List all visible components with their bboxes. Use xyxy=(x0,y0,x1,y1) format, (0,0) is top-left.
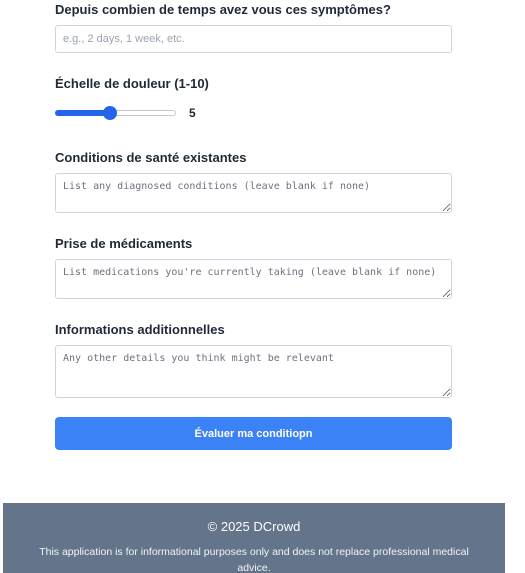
additional-info-label: Informations additionnelles xyxy=(55,322,225,337)
footer-disclaimer: This application is for informational pu… xyxy=(39,546,469,573)
medications-textarea[interactable] xyxy=(55,259,452,299)
medications-label: Prise de médicaments xyxy=(55,236,193,251)
slider-thumb[interactable] xyxy=(102,106,117,120)
additional-info-textarea[interactable] xyxy=(55,345,452,398)
slider-fill xyxy=(55,110,110,116)
pain-scale-label: Échelle de douleur (1-10) xyxy=(55,76,209,91)
pain-scale-slider[interactable] xyxy=(55,106,176,120)
duration-label: Depuis combien de temps avez vous ces sy… xyxy=(55,2,391,17)
pain-scale-value: 5 xyxy=(189,106,196,120)
evaluate-button[interactable]: Évaluer ma conditiopn xyxy=(55,417,452,450)
footer: © 2025 DCrowd This application is for in… xyxy=(3,503,505,573)
conditions-label: Conditions de santé existantes xyxy=(55,150,247,165)
page: Depuis combien de temps avez vous ces sy… xyxy=(0,0,525,573)
duration-input[interactable] xyxy=(55,25,452,53)
conditions-textarea[interactable] xyxy=(55,173,452,213)
footer-copyright: © 2025 DCrowd xyxy=(207,519,301,534)
